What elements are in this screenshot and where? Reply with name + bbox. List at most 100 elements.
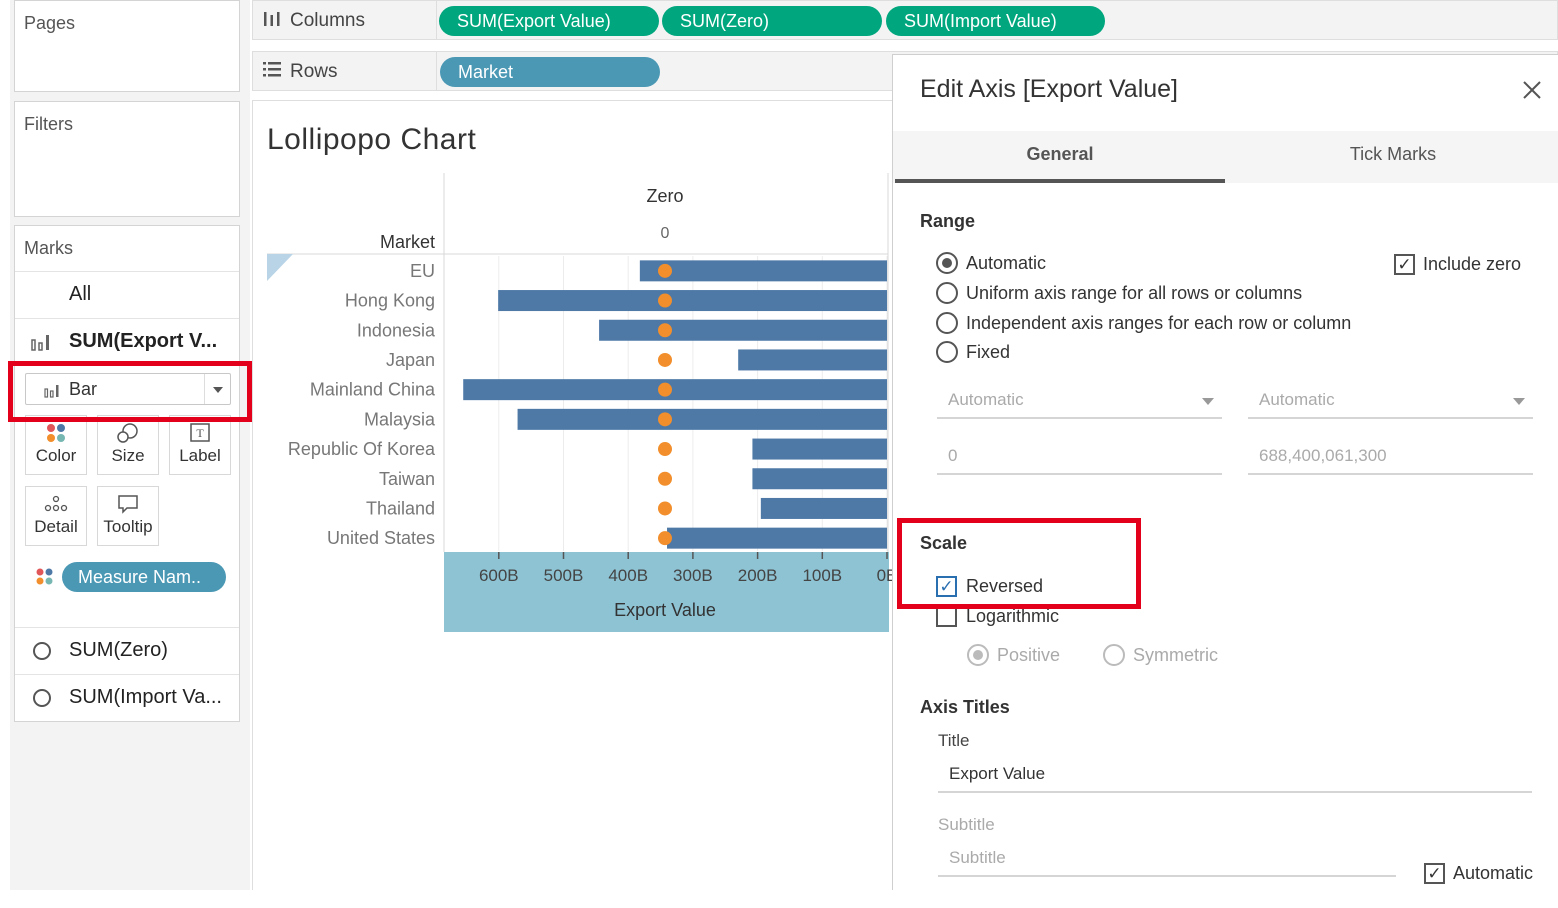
- top-axis-title: Zero: [646, 186, 683, 206]
- x-axis-band[interactable]: [444, 552, 889, 632]
- symmetric-label: Symmetric: [1133, 645, 1218, 665]
- lollipop-dot[interactable]: [658, 323, 672, 338]
- subtitle-automatic-checkbox[interactable]: ✓: [1424, 863, 1445, 884]
- lollipop-dot[interactable]: [658, 442, 672, 457]
- range-end-select[interactable]: Automatic: [1248, 383, 1533, 419]
- title-label: Title: [938, 731, 970, 750]
- tooltip-button[interactable]: Tooltip: [97, 486, 159, 546]
- include-zero-label: Include zero: [1423, 254, 1522, 274]
- label-label: Label: [179, 446, 221, 465]
- label-button[interactable]: T Label: [169, 415, 231, 475]
- logarithmic-checkbox[interactable]: [936, 606, 957, 627]
- close-icon[interactable]: [1519, 77, 1545, 103]
- lollipop-dot[interactable]: [658, 471, 672, 486]
- x-tick-label: 100B: [802, 566, 842, 585]
- columns-pill-import[interactable]: SUM(Import Value): [886, 6, 1105, 36]
- range-uniform-label: Uniform axis range for all rows or colum…: [966, 283, 1303, 303]
- marks-card: Marks All SUM(Export V... Bar Color Size…: [14, 225, 240, 722]
- dialog-title: Edit Axis [Export Value]: [920, 75, 1178, 103]
- x-tick-label: 500B: [544, 566, 584, 585]
- marks-label: Marks: [24, 238, 73, 258]
- lollipop-dot[interactable]: [658, 263, 672, 278]
- circle-icon: [33, 642, 51, 660]
- subtitle-placeholder: Subtitle: [949, 848, 1006, 867]
- columns-shelf: Columns SUM(Export Value) SUM(Zero) SUM(…: [252, 0, 1558, 40]
- range-end-select-value: Automatic: [1259, 390, 1335, 409]
- bar[interactable]: [667, 527, 887, 549]
- category-label: Hong Kong: [345, 291, 435, 311]
- bar[interactable]: [752, 438, 887, 460]
- category-label: Indonesia: [357, 320, 436, 340]
- bar[interactable]: [599, 319, 887, 341]
- lollipop-dot[interactable]: [658, 352, 672, 367]
- x-axis-title: Export Value: [614, 600, 716, 620]
- rows-icon: [263, 61, 281, 82]
- tab-tick-marks[interactable]: Tick Marks: [1227, 131, 1558, 183]
- axis-title-input[interactable]: Export Value: [938, 757, 1532, 793]
- detail-icon: [26, 487, 86, 517]
- range-end-input[interactable]: 688,400,061,300: [1248, 439, 1533, 475]
- category-label: Japan: [386, 350, 435, 370]
- lollipop-dot[interactable]: [658, 293, 672, 308]
- size-label: Size: [111, 446, 145, 465]
- measure-names-pill[interactable]: Measure Nam..: [62, 562, 226, 592]
- subtitle-input[interactable]: Subtitle: [938, 841, 1396, 877]
- columns-pill-zero[interactable]: SUM(Zero): [662, 6, 882, 36]
- bar[interactable]: [517, 408, 887, 430]
- marks-all-row[interactable]: All: [15, 271, 239, 317]
- color-label: Color: [35, 446, 77, 465]
- category-label: Taiwan: [379, 469, 435, 489]
- range-automatic-label: Automatic: [966, 253, 1047, 273]
- pages-card[interactable]: Pages: [14, 0, 240, 92]
- range-title: Range: [920, 211, 976, 231]
- lollipop-dot[interactable]: [658, 501, 672, 516]
- tab-general[interactable]: General: [895, 131, 1225, 183]
- tooltip-label: Tooltip: [103, 517, 153, 536]
- dialog-tabs: General Tick Marks: [893, 131, 1558, 183]
- color-dots-icon: [35, 567, 55, 592]
- lollipop-dot[interactable]: [658, 382, 672, 397]
- marks-import-label: SUM(Import Va...: [69, 686, 222, 708]
- bar[interactable]: [752, 468, 887, 490]
- detail-label: Detail: [34, 517, 78, 536]
- subtitle-automatic-label: Automatic: [1453, 863, 1534, 883]
- marks-all-label: All: [69, 283, 92, 305]
- include-zero-checkbox[interactable]: ✓: [1394, 254, 1415, 275]
- color-button[interactable]: Color: [25, 415, 87, 475]
- circle-icon: [33, 689, 51, 707]
- lollipop-dot[interactable]: [658, 412, 672, 427]
- axis-titles-title: Axis Titles: [920, 697, 1010, 717]
- pages-label: Pages: [24, 13, 76, 33]
- category-label: United States: [327, 528, 435, 548]
- filters-card[interactable]: Filters: [14, 101, 240, 217]
- rows-pill-market[interactable]: Market: [440, 57, 660, 87]
- axis-title-value: Export Value: [949, 764, 1046, 783]
- marks-zero-row[interactable]: SUM(Zero): [15, 627, 239, 673]
- highlight-box-scale: [897, 518, 1141, 609]
- left-panel: Pages Filters Marks All SUM(Export V... …: [10, 0, 250, 890]
- bar[interactable]: [498, 290, 887, 312]
- row-header-market: Market: [380, 232, 435, 252]
- edit-axis-dialog: Edit Axis [Export Value] General Tick Ma…: [892, 54, 1558, 890]
- subtitle-label: Subtitle: [938, 815, 995, 834]
- chevron-down-icon: [1202, 398, 1214, 405]
- bar[interactable]: [463, 379, 887, 401]
- marks-export-row[interactable]: SUM(Export V...: [15, 318, 239, 364]
- highlight-box-mark-type: [8, 361, 252, 422]
- bar[interactable]: [639, 260, 887, 282]
- bar[interactable]: [760, 497, 887, 519]
- columns-pill-export[interactable]: SUM(Export Value): [439, 6, 659, 36]
- range-start-input[interactable]: 0: [937, 439, 1222, 475]
- detail-button[interactable]: Detail: [25, 486, 87, 546]
- bar[interactable]: [738, 349, 887, 371]
- radio-icon: [1103, 644, 1125, 666]
- rows-label: Rows: [290, 61, 338, 82]
- marks-import-row[interactable]: SUM(Import Va...: [15, 674, 239, 720]
- marks-zero-label: SUM(Zero): [69, 639, 168, 661]
- size-button[interactable]: Size: [97, 415, 159, 475]
- radio-icon: [936, 341, 958, 363]
- range-start-select[interactable]: Automatic: [937, 383, 1222, 419]
- lollipop-dot[interactable]: [658, 531, 672, 546]
- columns-label: Columns: [290, 10, 365, 31]
- range-independent-label: Independent axis ranges for each row or …: [966, 313, 1352, 333]
